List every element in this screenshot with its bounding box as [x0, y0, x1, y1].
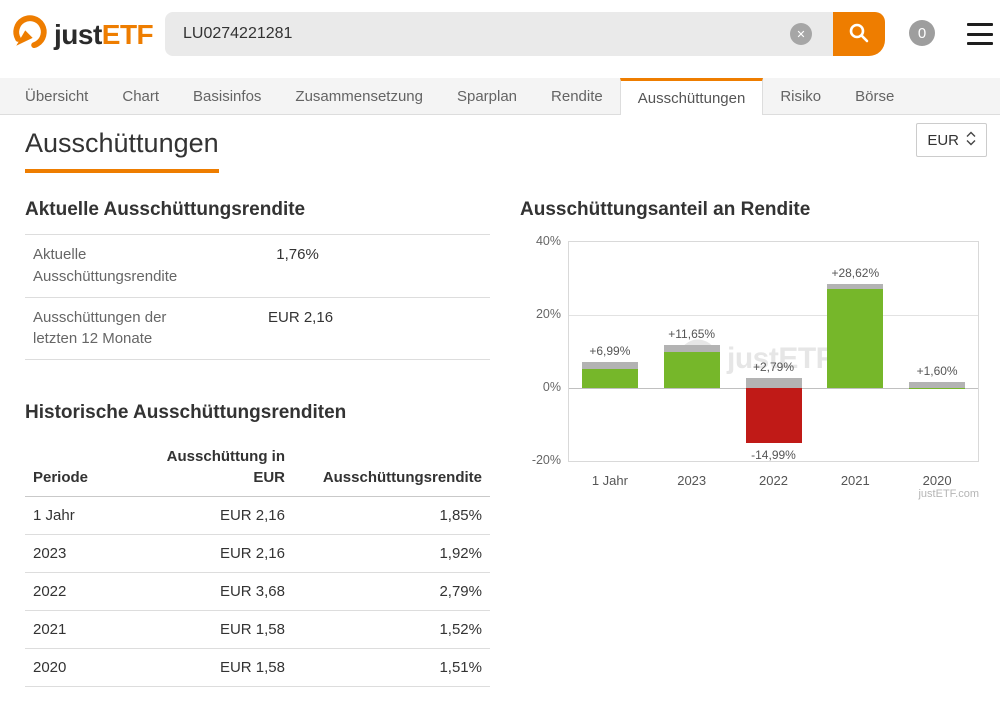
tab-chart[interactable]: Chart [105, 78, 176, 114]
chart-attribution: justETF.com [918, 488, 979, 500]
current-yield-heading: Aktuelle Ausschüttungsrendite [25, 199, 306, 220]
table-row: 1 Jahr EUR 2,16 1,85% [25, 496, 490, 535]
value-cell: EUR 2,16 [143, 496, 293, 535]
table-row: 2022 EUR 3,68 2,79% [25, 572, 490, 611]
value-cell: EUR 1,58 [143, 648, 293, 687]
gridline [569, 315, 978, 316]
history-section: Historische Ausschüttungsrenditen Period… [25, 402, 490, 687]
bar-2023-ausschüttungsrendite[interactable] [663, 345, 720, 353]
content: Aktuelle Ausschüttungsrendite Aktuelle A… [0, 199, 1000, 687]
search-icon [848, 22, 870, 47]
history-col-header: Ausschüttungsrendite [293, 438, 490, 497]
x-axis-label: 1 Jahr [591, 473, 628, 488]
bar-2023-kursrendite[interactable] [663, 352, 720, 388]
search-input[interactable] [165, 12, 834, 56]
tab-börse[interactable]: Börse [838, 78, 911, 114]
current-yield-table: Aktuelle Ausschüttungsrendite 1,76% Aussch… [25, 234, 490, 360]
tab-basisinfos[interactable]: Basisinfos [176, 78, 278, 114]
x-axis-label: 2021 [840, 473, 870, 488]
history-table: Periode Ausschüttung in EUR Ausschüttungsr… [25, 438, 490, 687]
chevron-updown-icon [966, 131, 976, 150]
value-cell: 1,51% [293, 648, 490, 687]
bar-2020-ausschüttungsrendite[interactable] [909, 382, 966, 388]
y-axis-label: 20% [535, 307, 561, 321]
y-axis-label: -20% [531, 453, 561, 467]
search-button[interactable] [833, 12, 885, 56]
value-cell: EUR 2,16 [143, 534, 293, 573]
bar-2021-kursrendite[interactable] [827, 289, 884, 388]
value-cell: 1,92% [293, 534, 490, 573]
nav-tabs: Übersicht Chart Basisinfos Zusammensetzung S… [0, 78, 1000, 115]
tab-risiko[interactable]: Risiko [763, 78, 838, 114]
right-column: Ausschüttungsanteil an Rendite 40% 20% 0% -… [520, 199, 979, 687]
metric-label: Aktuelle Ausschüttungsrendite [33, 246, 178, 285]
menu-icon[interactable] [967, 23, 993, 45]
bar-negative-label: -14,99% [751, 447, 796, 462]
bar-1-jahr-kursrendite[interactable] [581, 369, 638, 388]
table-row: 2020 EUR 1,58 1,51% [25, 648, 490, 687]
tab-übersicht[interactable]: Übersicht [8, 78, 105, 114]
clear-search-icon[interactable]: ✕ [790, 23, 812, 45]
period-cell: 1 Jahr [25, 496, 143, 535]
header: justETF ✕ 0 [0, 0, 1000, 78]
metric-value: EUR 2,16 [268, 308, 334, 326]
metric-row: Aktuelle Ausschüttungsrendite 1,76% [25, 234, 490, 297]
distribution-chart: 40% 20% 0% -20% justETF +6,99% 1 Jahr +11,65% 20… [520, 234, 979, 500]
bar-total-label: +6,99% [589, 344, 631, 359]
justetf-logo[interactable]: justETF [12, 14, 154, 55]
bar-total-label: +1,60% [916, 364, 958, 379]
search-bar: ✕ [165, 12, 885, 56]
history-table-body: 1 Jahr EUR 2,16 1,85% 2023 EUR 2,16 1,92% 2022… [25, 496, 490, 687]
metric-row: Ausschüttungen der letzten 12 Monate EUR … [25, 296, 490, 360]
bar-total-label: +11,65% [668, 327, 716, 342]
logo-text: justETF [54, 18, 154, 50]
value-cell: EUR 1,58 [143, 610, 293, 649]
value-cell: 1,52% [293, 610, 490, 649]
currency-select-value: EUR [927, 131, 959, 149]
history-table-head: Periode Ausschüttung in EUR Ausschüttungsr… [25, 438, 490, 497]
table-row: 2021 EUR 1,58 1,52% [25, 610, 490, 649]
history-col-header: Periode [25, 438, 143, 497]
tab-zusammensetzung[interactable]: Zusammensetzung [278, 78, 440, 114]
metric-label: Ausschüttungen der letzten 12 Monate [33, 308, 167, 348]
metric-value: 1,76% [276, 246, 319, 263]
gauge-arrow-icon [12, 14, 48, 55]
title-row: Ausschüttungen EUR [0, 115, 1000, 173]
tab-sparplan[interactable]: Sparplan [440, 78, 534, 114]
history-col-header: Ausschüttung in EUR [143, 438, 293, 497]
currency-select[interactable]: EUR [916, 123, 987, 157]
y-axis-label: 0% [542, 380, 561, 394]
tab-ausschüttungen[interactable]: Ausschüttungen [619, 78, 764, 115]
left-column: Aktuelle Ausschüttungsrendite Aktuelle A… [25, 199, 490, 687]
chart-plot: 40% 20% 0% -20% justETF +6,99% 1 Jahr +11,65% 20… [532, 234, 979, 488]
history-heading: Historische Ausschüttungsrenditen [25, 402, 347, 423]
x-axis-label: 2020 [922, 473, 952, 488]
value-cell: EUR 3,68 [143, 572, 293, 611]
x-axis-label: 2023 [677, 473, 707, 488]
bar-2022-ausschüttungsrendite[interactable] [745, 377, 802, 388]
watchlist-count-badge[interactable]: 0 [909, 20, 935, 46]
value-cell: 1,85% [293, 496, 490, 535]
bar-1-jahr-ausschüttungsrendite[interactable] [581, 362, 638, 370]
bar-total-label: +28,62% [831, 265, 880, 280]
period-cell: 2021 [25, 610, 143, 649]
bar-total-label: +2,79% [752, 359, 795, 374]
bar-2022-kursrendite[interactable] [745, 388, 802, 443]
period-cell: 2023 [25, 534, 143, 573]
bar-2021-ausschüttungsrendite[interactable] [827, 283, 884, 290]
period-cell: 2020 [25, 648, 143, 687]
tab-rendite[interactable]: Rendite [534, 78, 620, 114]
table-row: 2023 EUR 2,16 1,92% [25, 534, 490, 573]
chart-title: Ausschüttungsanteil an Rendite [520, 199, 811, 220]
page-title: Ausschüttungen [25, 128, 219, 173]
period-cell: 2022 [25, 572, 143, 611]
chart-canvas: 40% 20% 0% -20% justETF +6,99% 1 Jahr +11,65% 20… [532, 234, 979, 488]
y-axis-label: 40% [535, 234, 561, 248]
value-cell: 2,79% [293, 572, 490, 611]
x-axis-label: 2022 [759, 473, 788, 488]
